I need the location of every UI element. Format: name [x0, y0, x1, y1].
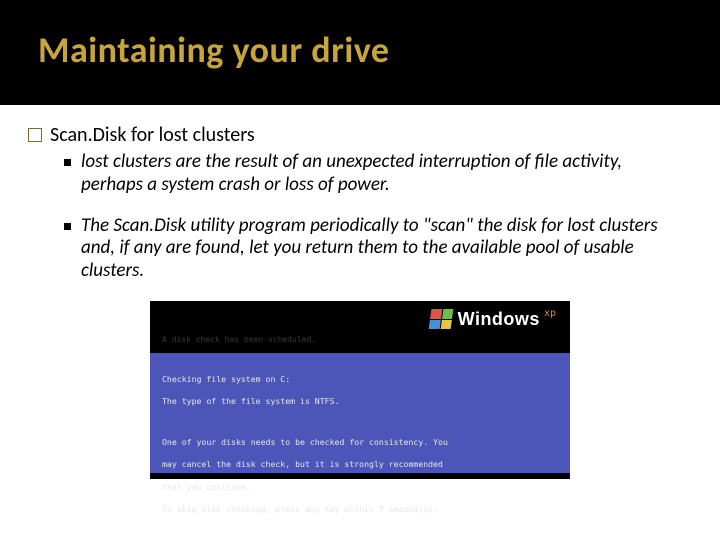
- checkbox-icon: [28, 128, 42, 142]
- sub-bullet-1: lost clusters are the result of an unexp…: [64, 151, 692, 197]
- chkdsk-console-text: Checking file system on C: The type of t…: [150, 353, 570, 473]
- content-area: Scan.Disk for lost clusters lost cluster…: [0, 105, 720, 479]
- windows-edition: xp: [544, 308, 556, 319]
- slide-title: Maintaining your drive: [38, 28, 720, 72]
- console-line-6: To skip disk checking, press any key wit…: [162, 504, 558, 515]
- title-bar: Maintaining your drive: [0, 0, 720, 105]
- console-line-4: may cancel the disk check, but it is str…: [162, 459, 558, 470]
- top-item-text: Scan.Disk for lost clusters: [50, 123, 255, 147]
- sub-bullet-2-text: The Scan.Disk utility program periodical…: [81, 215, 681, 283]
- screenshot-container: Windows xp A disk check has been schedul…: [28, 301, 692, 479]
- windows-flag-icon: [428, 309, 453, 329]
- console-line-1: Checking file system on C:: [162, 374, 558, 385]
- console-line-3: One of your disks needs to be checked fo…: [162, 437, 558, 448]
- windows-wordmark: Windows: [458, 309, 540, 330]
- square-bullet-icon: [64, 223, 71, 230]
- windows-logo-area: Windows xp: [430, 309, 558, 330]
- sub-bullet-list: lost clusters are the result of an unexp…: [28, 151, 692, 283]
- bullet-level-1: Scan.Disk for lost clusters: [28, 123, 692, 147]
- console-line-5: that you continue.: [162, 482, 558, 493]
- sub-bullet-2: The Scan.Disk utility program periodical…: [64, 215, 692, 283]
- sub-bullet-1-text: lost clusters are the result of an unexp…: [81, 151, 681, 197]
- console-line-2: The type of the file system is NTFS.: [162, 396, 558, 407]
- windows-chkdsk-screenshot: Windows xp A disk check has been schedul…: [150, 301, 570, 479]
- square-bullet-icon: [64, 159, 71, 166]
- faint-status-line: A disk check has been scheduled.: [162, 335, 316, 344]
